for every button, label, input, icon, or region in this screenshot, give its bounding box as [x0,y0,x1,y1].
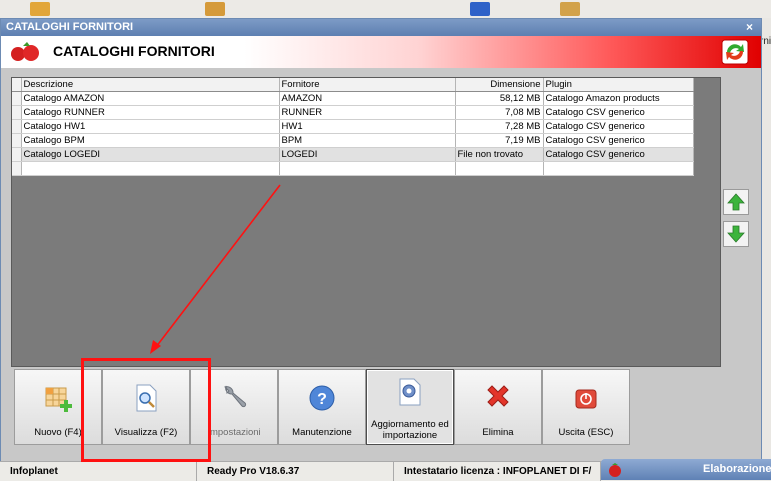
annotation-arrow [150,184,281,354]
